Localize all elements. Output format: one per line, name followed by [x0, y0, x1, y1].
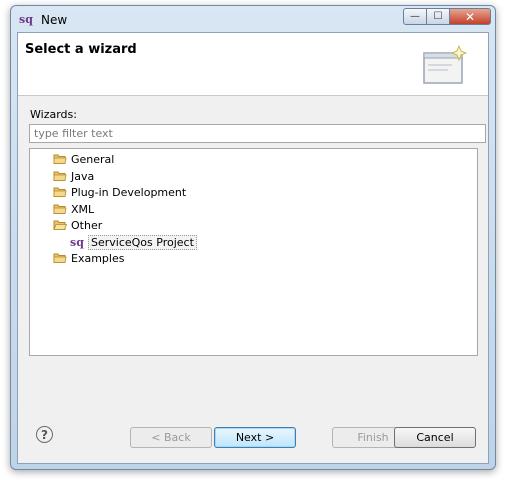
folder-icon — [53, 187, 67, 197]
maximize-icon: ☐ — [433, 11, 443, 22]
tree-item-label: Plug-in Development — [71, 185, 187, 199]
tree-item-label: Java — [71, 169, 95, 183]
folder-icon — [53, 171, 67, 181]
tree-item-xml[interactable]: XML — [53, 201, 94, 217]
window-title: New — [41, 13, 68, 27]
close-icon: ✕ — [464, 9, 476, 24]
app-logo-icon: sq — [19, 13, 33, 26]
wizards-label: Wizards: — [30, 108, 77, 121]
back-button[interactable]: < Back — [130, 427, 212, 448]
dialog-body: Select a wizard Wizards: General — [17, 32, 489, 464]
wizard-banner: Select a wizard — [18, 33, 488, 96]
new-wizard-dialog: sq New — ☐ ✕ Select a wizard Wizards: ty… — [10, 5, 496, 470]
minimize-icon: — — [410, 11, 420, 22]
maximize-button[interactable]: ☐ — [426, 8, 450, 25]
cancel-button[interactable]: Cancel — [394, 427, 476, 448]
minimize-button[interactable]: — — [403, 8, 427, 25]
wizard-tree[interactable]: General Java Plug-in Development XML Oth… — [29, 148, 478, 356]
tree-item-plugin-development[interactable]: Plug-in Development — [53, 184, 186, 200]
folder-icon — [53, 204, 67, 214]
tree-item-label: Examples — [71, 251, 125, 265]
folder-open-icon — [53, 220, 67, 230]
folder-icon — [53, 154, 67, 164]
tree-item-general[interactable]: General — [53, 151, 114, 167]
tree-item-label: XML — [71, 202, 95, 216]
help-icon[interactable]: ? — [36, 426, 53, 443]
close-button[interactable]: ✕ — [449, 8, 491, 25]
folder-icon — [53, 253, 67, 263]
tree-item-serviceqos-project[interactable]: sq ServiceQos Project — [69, 234, 197, 250]
new-wizard-icon — [423, 45, 468, 84]
tree-item-label: ServiceQos Project — [88, 234, 197, 250]
tree-item-examples[interactable]: Examples — [53, 250, 124, 266]
sq-project-icon: sq — [70, 235, 84, 249]
page-title: Select a wizard — [25, 42, 137, 57]
title-bar[interactable]: sq New — ☐ ✕ — [11, 6, 495, 32]
filter-input[interactable] — [29, 124, 486, 143]
tree-item-other[interactable]: Other — [53, 217, 102, 233]
tree-item-java[interactable]: Java — [53, 168, 94, 184]
next-button[interactable]: Next > — [214, 427, 296, 448]
tree-item-label: General — [71, 152, 115, 166]
tree-item-label: Other — [71, 218, 103, 232]
